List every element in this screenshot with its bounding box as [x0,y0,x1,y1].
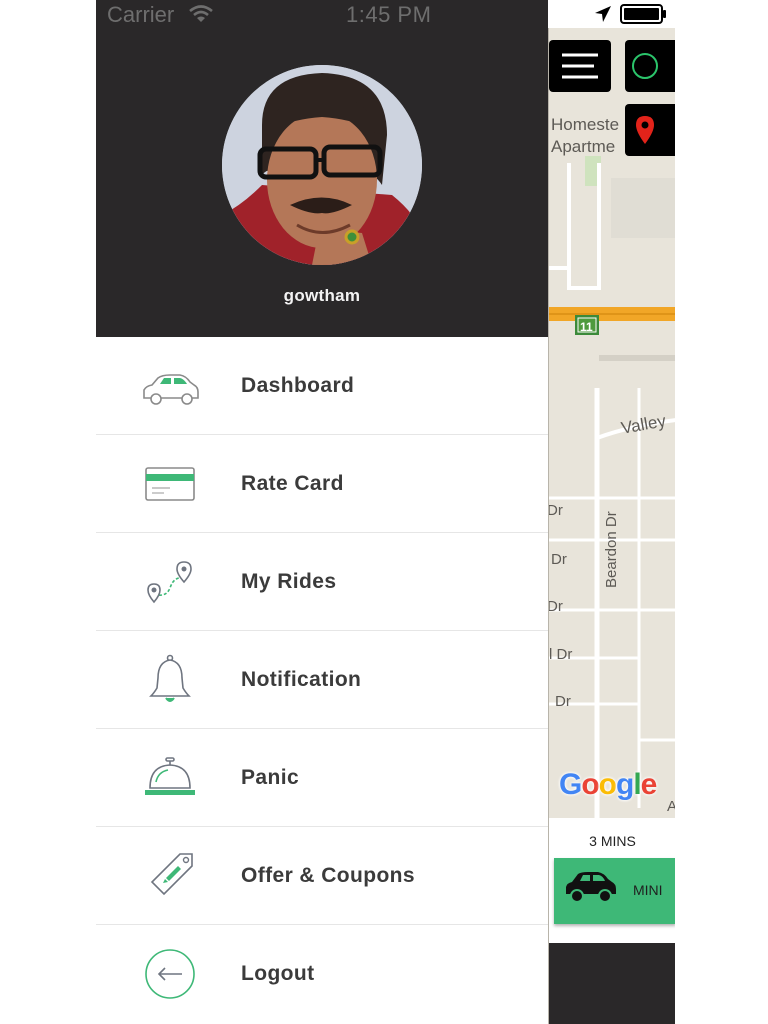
map-label-homestead: Homeste [551,115,620,134]
location-arrow-icon [595,6,611,22]
map-label-dr: Dr [548,502,563,519]
menu-item-dashboard[interactable]: Dashboard [96,337,548,435]
service-bell-icon [145,757,195,795]
menu-item-rate-card[interactable]: Rate Card [96,435,548,533]
avatar-portrait [222,65,422,265]
app-screen: Carrier 1:45 PM gowtham Dashboard Rate C… [96,0,675,1024]
vehicle-name: MINI [633,882,663,898]
map-label-dr: Dr [548,598,563,615]
hamburger-icon [562,53,598,79]
map-label-beardon: Beardon Dr [603,511,620,588]
menu-label-dashboard: Dashboard [241,373,355,397]
menu-item-logout[interactable]: Logout [96,925,548,1023]
battery-icon [620,4,666,24]
user-name: gowtham [283,286,361,305]
map-label-dr: Dr [551,551,567,568]
menu-label-panic: Panic [241,765,300,789]
menu-item-my-rides[interactable]: My Rides [96,533,548,631]
map-label-apartments: Apartme [551,137,616,156]
card-icon [145,467,195,501]
status-bar-right [548,0,675,28]
map-pin-icon [636,116,654,144]
bell-icon [149,654,191,702]
map-label-dr: Dr [555,693,571,710]
car-icon [566,872,616,903]
eta-label: 3 MINS [589,833,636,849]
menu-toggle-button[interactable] [549,40,611,92]
map-label-a: A [667,798,675,815]
pin-button[interactable] [625,104,675,156]
map-label-dr: l Dr [549,646,573,663]
menu-item-offer-coupons[interactable]: Offer & Coupons [96,827,548,925]
highway-shield-text: 11 [580,320,593,334]
menu-label-my-rides: My Rides [241,569,337,593]
menu-label-rate-card: Rate Card [241,471,344,495]
tag-icon [150,853,193,896]
menu-item-panic[interactable]: Panic [96,729,548,827]
ring-icon [632,53,658,79]
avatar[interactable] [222,65,422,265]
status-bar: Carrier 1:45 PM [96,0,548,28]
menu-item-notification[interactable]: Notification [96,631,548,729]
route-icon [147,561,192,604]
drawer-header: gowtham [96,28,548,337]
vehicle-panel: 3 MINS MINI [548,818,675,943]
status-time: 1:45 PM [346,2,432,27]
drawer-menu: Dashboard Rate Card My Rides Notificatio… [96,337,548,1024]
menu-label-offer-coupons: Offer & Coupons [241,863,415,887]
menu-label-logout: Logout [241,962,315,985]
logout-icon [145,949,195,999]
bottom-bar [548,943,675,1024]
menu-label-notification: Notification [241,667,362,691]
wifi-icon [189,5,213,22]
car-icon [143,374,199,405]
carrier-label: Carrier [107,2,175,27]
vehicle-option-mini[interactable]: MINI [554,858,675,924]
map-view[interactable]: 11 Homeste Apartme Valley Beardon Dr Dr … [548,28,675,818]
google-logo: Google [559,768,657,801]
current-location-button[interactable] [625,40,675,92]
